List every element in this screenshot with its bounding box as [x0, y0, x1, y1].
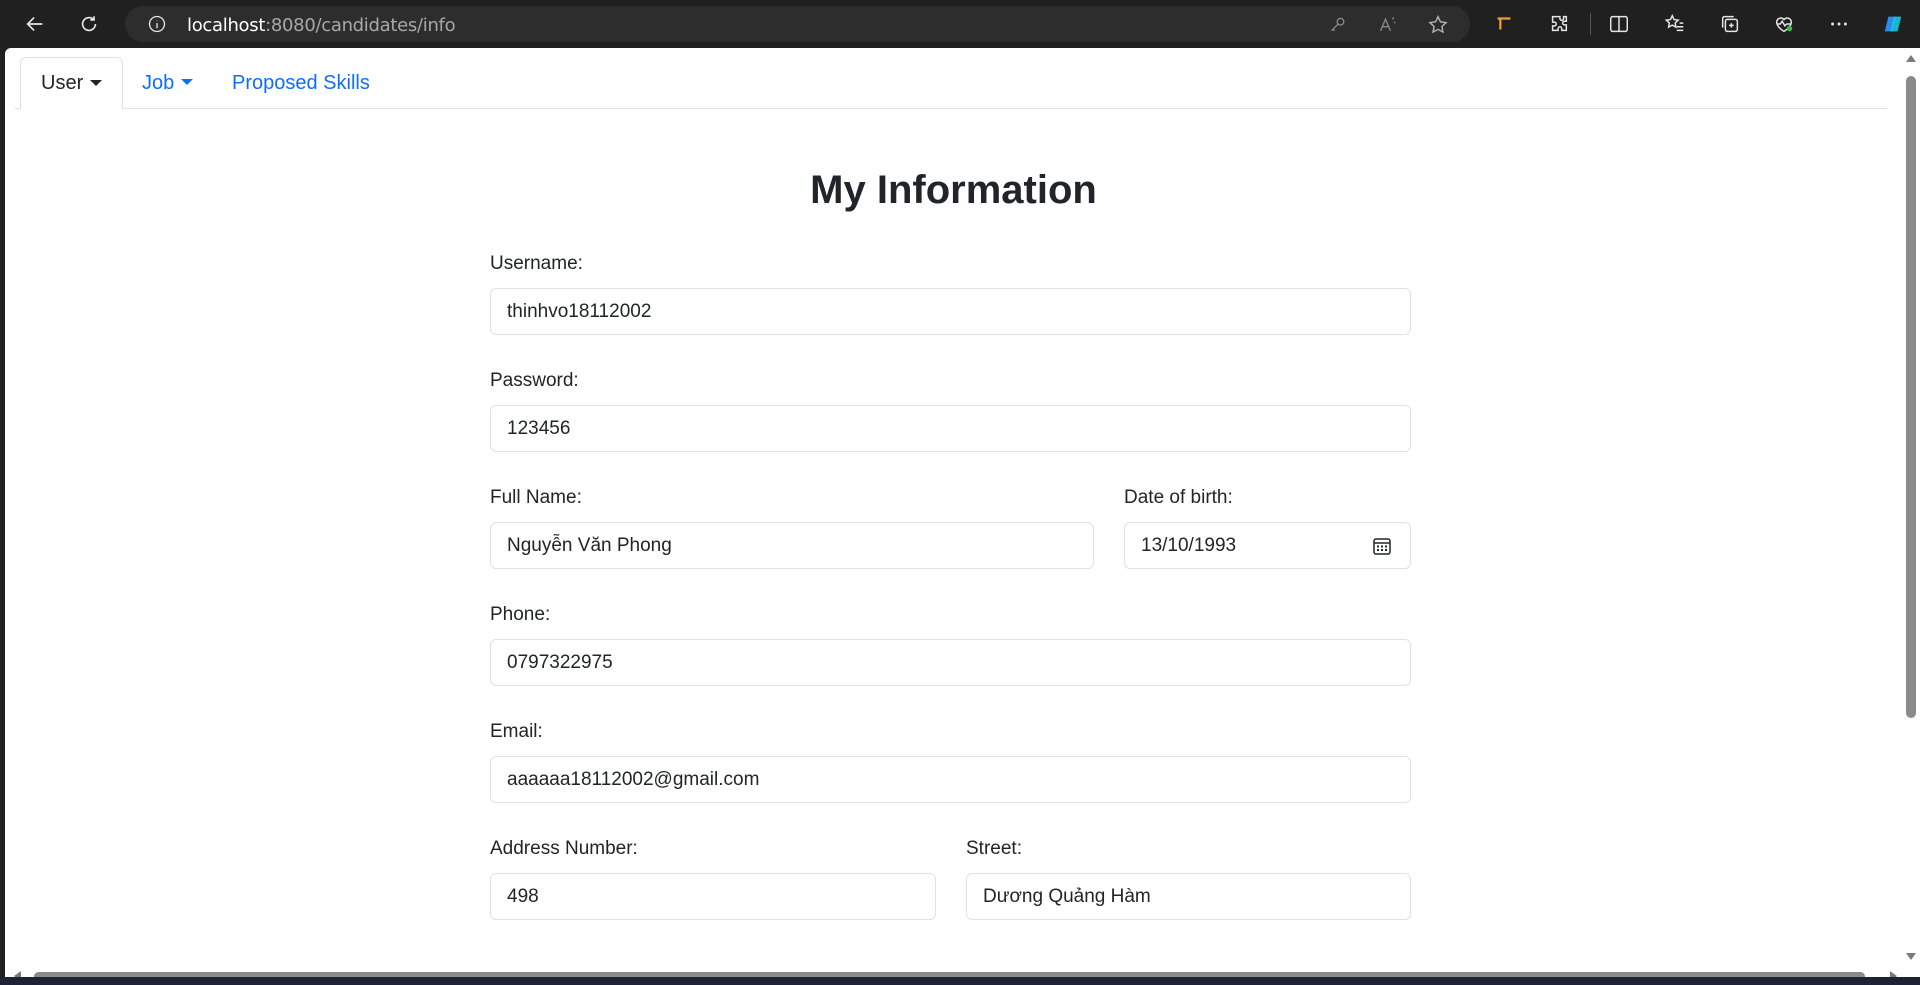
url-host: localhost [187, 15, 266, 36]
taskbar-edge [0, 977, 1920, 985]
phone-label: Phone: [490, 604, 551, 625]
phone-input[interactable]: 0797322975 [490, 639, 1411, 686]
copilot-icon[interactable] [1877, 8, 1909, 40]
collections-icon[interactable] [1714, 8, 1746, 40]
toolbar-separator [1590, 13, 1591, 35]
username-label: Username: [490, 253, 583, 274]
key-icon[interactable] [1325, 12, 1351, 38]
phone-value: 0797322975 [507, 651, 613, 673]
address-number-value: 498 [507, 885, 539, 907]
address-number-input[interactable]: 498 [490, 873, 936, 920]
tab-job[interactable]: Job [122, 57, 213, 109]
extension-orange-icon[interactable] [1488, 8, 1520, 40]
browser-toolbar: localhost:8080/candidates/info [0, 0, 1920, 47]
nav-tabs: User Job Proposed Skills [15, 57, 1887, 110]
extensions-puzzle-icon[interactable] [1543, 8, 1575, 40]
page-title: My Information [810, 168, 1097, 212]
read-aloud-icon[interactable] [1375, 12, 1401, 38]
full-name-value: Nguyễn Văn Phong [507, 534, 672, 556]
username-input[interactable]: thinhvo18112002 [490, 288, 1411, 335]
tab-proposed-skills[interactable]: Proposed Skills [212, 57, 390, 109]
email-value: aaaaaa18112002@gmail.com [507, 768, 760, 790]
dob-input[interactable]: 13/10/1993 [1124, 522, 1411, 569]
address-number-label: Address Number: [490, 838, 638, 859]
favorites-list-icon[interactable] [1659, 8, 1691, 40]
password-label: Password: [490, 370, 579, 391]
tab-job-label: Job [142, 71, 175, 94]
vertical-scrollbar[interactable] [1902, 48, 1920, 966]
full-name-input[interactable]: Nguyễn Văn Phong [490, 522, 1094, 569]
favorite-star-icon[interactable] [1425, 12, 1451, 38]
browser-essentials-icon[interactable] [1768, 8, 1800, 40]
caret-down-icon [181, 79, 194, 85]
site-info-icon[interactable] [145, 12, 169, 36]
calendar-icon[interactable] [1372, 536, 1392, 556]
password-input[interactable]: 123456 [490, 405, 1411, 452]
street-value: Dương Quảng Hàm [983, 885, 1151, 907]
tab-user[interactable]: User [20, 57, 124, 110]
username-value: thinhvo18112002 [507, 300, 652, 322]
split-screen-icon[interactable] [1603, 8, 1635, 40]
url-path: :8080/candidates/info [265, 15, 456, 36]
email-input[interactable]: aaaaaa18112002@gmail.com [490, 756, 1411, 803]
full-name-label: Full Name: [490, 487, 582, 508]
dob-label: Date of birth: [1124, 487, 1233, 508]
tab-user-label: User [41, 72, 84, 94]
caret-down-icon [90, 79, 103, 86]
password-value: 123456 [507, 417, 571, 439]
address-bar[interactable]: localhost:8080/candidates/info [125, 6, 1470, 42]
dob-value: 13/10/1993 [1141, 534, 1237, 556]
refresh-icon[interactable] [73, 8, 105, 40]
email-label: Email: [490, 721, 543, 742]
street-label: Street: [966, 838, 1022, 859]
page-viewport: User Job Proposed Skills My Information … [5, 48, 1920, 985]
street-input[interactable]: Dương Quảng Hàm [966, 873, 1411, 920]
url-text[interactable]: localhost:8080/candidates/info [187, 15, 456, 36]
more-options-icon[interactable] [1823, 8, 1855, 40]
scroll-down-arrow-icon[interactable] [1906, 953, 1916, 960]
vertical-scroll-thumb[interactable] [1906, 76, 1916, 718]
tab-proposed-skills-label: Proposed Skills [232, 71, 370, 94]
back-arrow-icon[interactable] [19, 8, 51, 40]
scroll-up-arrow-icon[interactable] [1906, 55, 1916, 62]
